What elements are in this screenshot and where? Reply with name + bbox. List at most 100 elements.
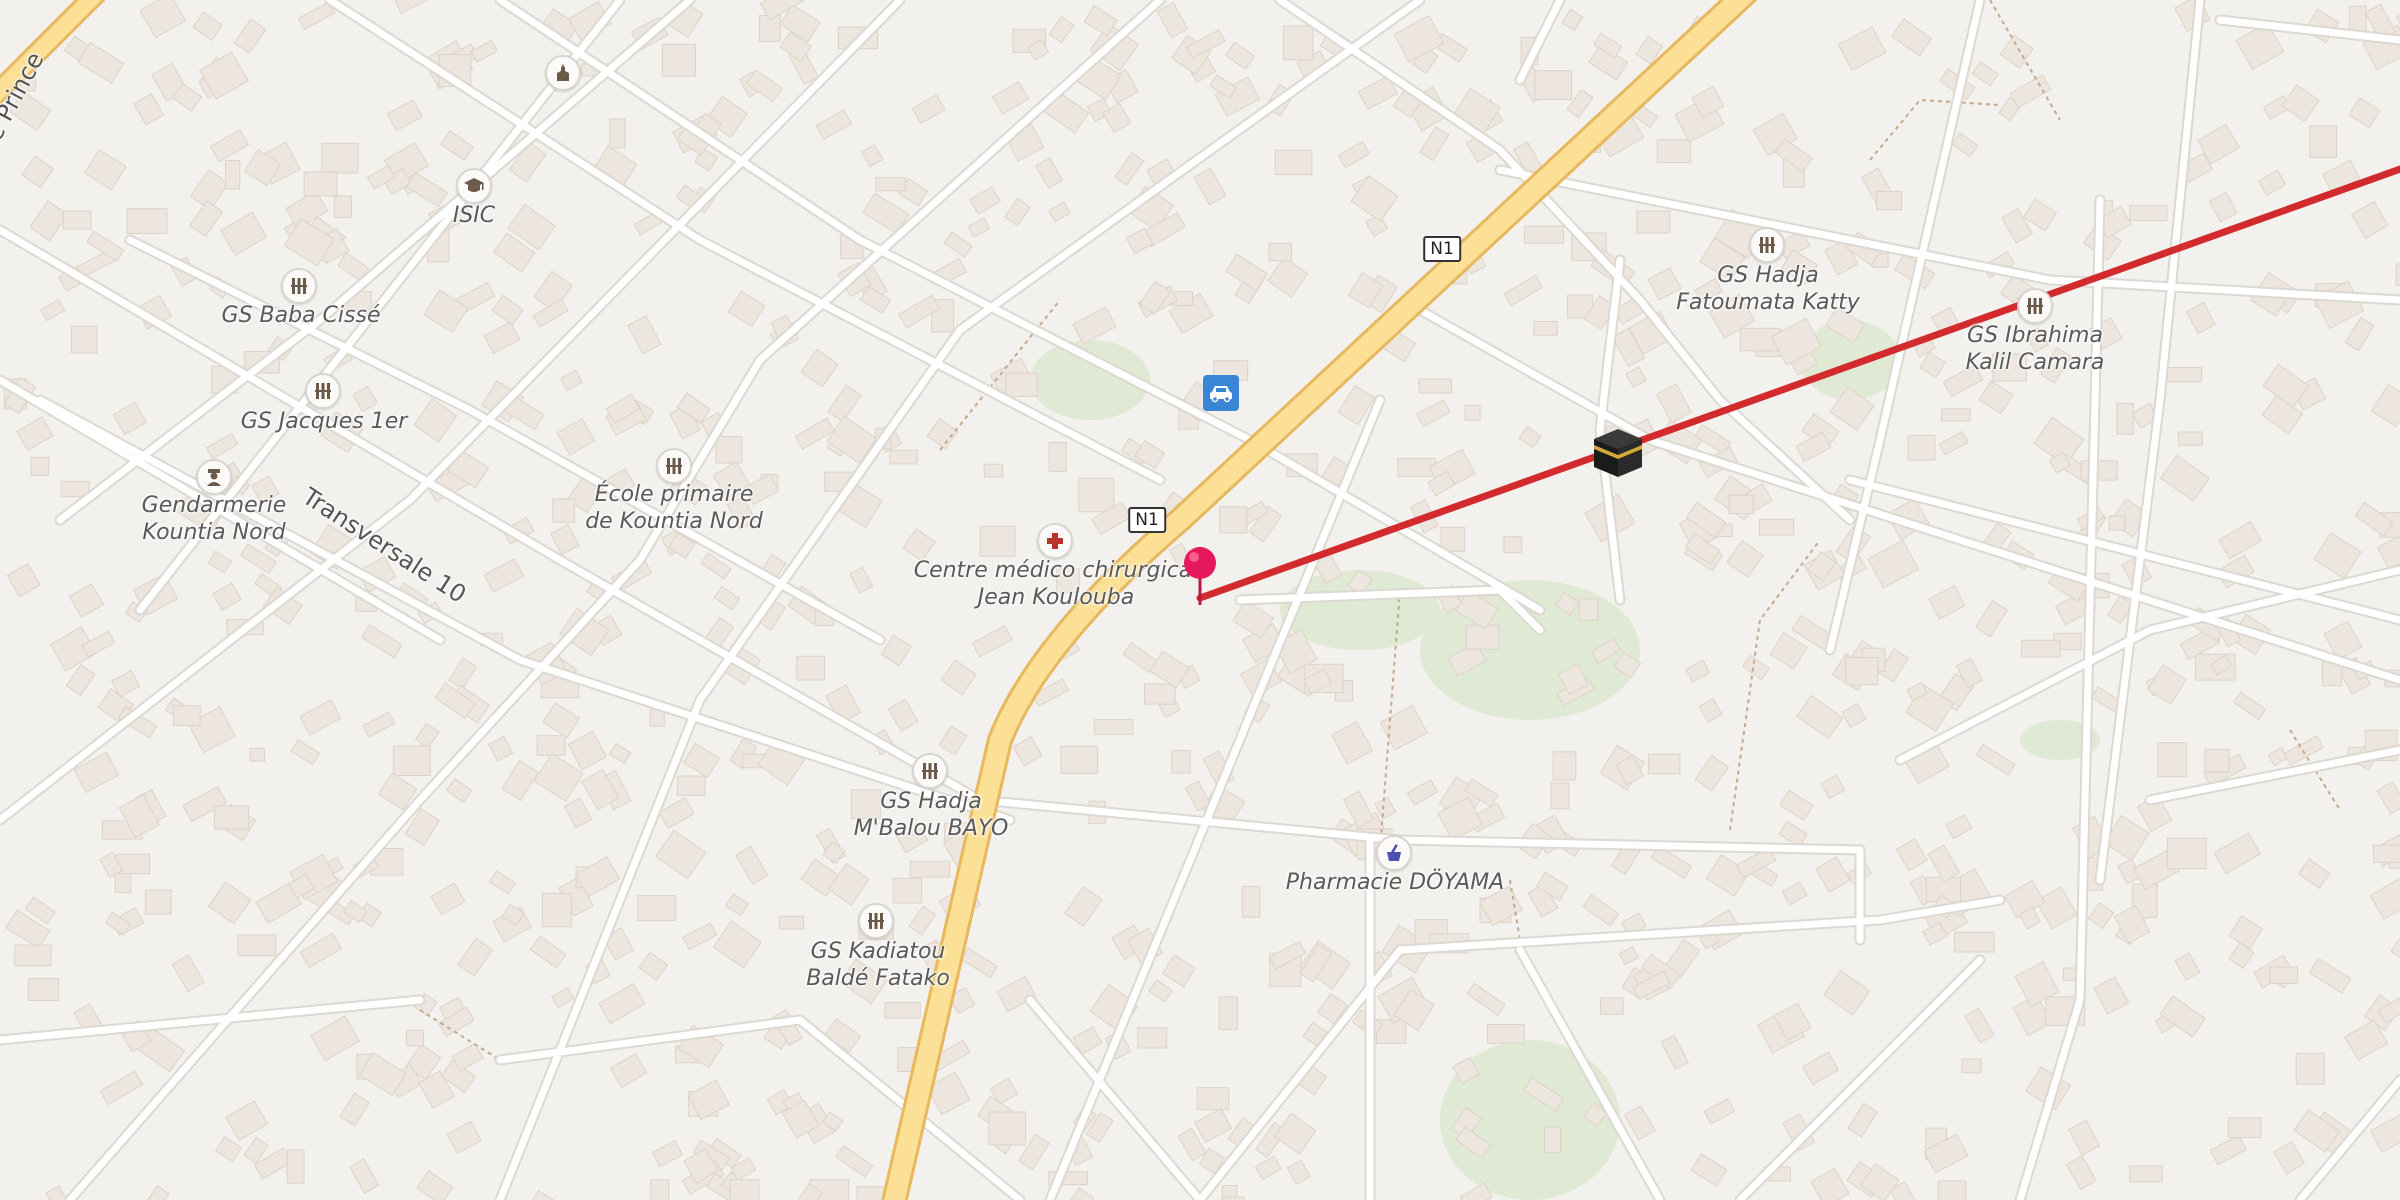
building bbox=[1487, 1024, 1525, 1044]
building bbox=[392, 745, 431, 777]
building bbox=[2080, 460, 2118, 481]
route-shield-n1: N1 bbox=[1128, 507, 1166, 533]
building bbox=[2166, 367, 2203, 383]
building bbox=[1533, 321, 1558, 336]
building bbox=[1524, 225, 1564, 244]
building bbox=[62, 210, 92, 230]
route-shield-n1: N1 bbox=[1423, 236, 1461, 262]
school-icon[interactable] bbox=[656, 448, 692, 484]
place-of-worship-icon[interactable] bbox=[545, 55, 581, 91]
building bbox=[1534, 70, 1573, 100]
building bbox=[1845, 657, 1879, 686]
building bbox=[1758, 518, 1795, 536]
building bbox=[321, 142, 359, 174]
building bbox=[1647, 753, 1681, 775]
poi-label-isic[interactable]: ISIC bbox=[453, 202, 495, 229]
building bbox=[1656, 139, 1691, 163]
poi-label-gs-hadja-fatoumata[interactable]: GS Hadja Fatoumata Katty bbox=[1676, 262, 1860, 316]
building bbox=[2295, 1052, 2325, 1085]
building bbox=[1219, 506, 1248, 534]
building bbox=[1636, 210, 1671, 234]
building bbox=[1268, 242, 1292, 262]
building bbox=[1550, 782, 1570, 810]
kaaba-icon[interactable] bbox=[1590, 425, 1646, 481]
building bbox=[2349, 5, 2367, 33]
building bbox=[1600, 997, 1624, 1015]
building bbox=[2157, 742, 2187, 778]
graduation-cap-icon[interactable] bbox=[456, 168, 492, 204]
building bbox=[303, 171, 338, 197]
building bbox=[1218, 996, 1238, 1030]
building bbox=[71, 325, 98, 354]
building bbox=[249, 747, 266, 762]
building bbox=[1503, 536, 1523, 554]
building bbox=[609, 118, 626, 149]
building bbox=[1274, 149, 1313, 176]
building bbox=[1875, 191, 1903, 211]
poi-label-ecole-primaire[interactable]: École primaire de Kountia Nord bbox=[585, 481, 763, 535]
poi-label-gs-baba-cisse[interactable]: GS Baba Cissé bbox=[222, 302, 381, 329]
building bbox=[2269, 966, 2299, 984]
building bbox=[2373, 844, 2400, 863]
school-icon[interactable] bbox=[912, 753, 948, 789]
building bbox=[1241, 886, 1261, 918]
poi-label-gs-jacques[interactable]: GS Jacques 1er bbox=[241, 408, 408, 435]
building bbox=[988, 1111, 1026, 1146]
building bbox=[225, 160, 241, 190]
school-icon[interactable] bbox=[281, 268, 317, 304]
building bbox=[2129, 1165, 2163, 1183]
building bbox=[536, 735, 566, 756]
building bbox=[909, 860, 951, 878]
building bbox=[2021, 639, 2061, 658]
building bbox=[214, 805, 249, 830]
building bbox=[677, 775, 706, 796]
map-pin-icon[interactable] bbox=[1180, 545, 1220, 607]
building bbox=[1543, 1126, 1562, 1154]
building bbox=[237, 934, 277, 957]
car-parking-icon[interactable] bbox=[1203, 375, 1239, 411]
school-icon[interactable] bbox=[1749, 227, 1785, 263]
building bbox=[2395, 263, 2400, 286]
building bbox=[1137, 1027, 1168, 1049]
building bbox=[1954, 931, 1995, 953]
building bbox=[1941, 408, 1971, 422]
poi-label-gs-kadiatou[interactable]: GS Kadiatou Baldé Fatako bbox=[806, 938, 950, 992]
poi-label-pharmacie[interactable]: Pharmacie DÖYAMA bbox=[1286, 869, 1504, 896]
building bbox=[2166, 837, 2207, 870]
police-icon[interactable] bbox=[196, 459, 232, 495]
building bbox=[542, 892, 572, 928]
building bbox=[2116, 402, 2134, 435]
building bbox=[30, 456, 50, 476]
building bbox=[1464, 405, 1481, 421]
building bbox=[875, 177, 906, 192]
pharmacy-icon[interactable] bbox=[1376, 835, 1412, 871]
building bbox=[1961, 1058, 1982, 1074]
building bbox=[1060, 745, 1099, 774]
building bbox=[2204, 749, 2230, 773]
building bbox=[1578, 598, 1599, 621]
building bbox=[1937, 1180, 1967, 1200]
poi-label-gs-hadja-mbalou[interactable]: GS Hadja M'Balou BAYO bbox=[854, 788, 1009, 842]
building bbox=[979, 525, 1016, 557]
building bbox=[1144, 683, 1176, 705]
building bbox=[1196, 1087, 1230, 1111]
poi-label-gs-ibrahima[interactable]: GS Ibrahima Kalil Camara bbox=[1966, 322, 2105, 376]
building bbox=[1093, 719, 1134, 735]
medical-cross-icon[interactable] bbox=[1037, 523, 1073, 559]
building bbox=[637, 895, 676, 922]
building bbox=[1552, 751, 1577, 781]
school-icon[interactable] bbox=[305, 373, 341, 409]
building bbox=[796, 655, 825, 681]
school-icon[interactable] bbox=[858, 903, 894, 939]
building bbox=[715, 436, 743, 464]
building bbox=[1078, 477, 1115, 513]
building bbox=[983, 463, 1004, 478]
poi-label-gendarmerie[interactable]: Gendarmerie Kountia Nord bbox=[142, 492, 287, 546]
building bbox=[286, 1149, 305, 1184]
building bbox=[889, 449, 918, 465]
building bbox=[14, 944, 52, 967]
building bbox=[2129, 204, 2168, 222]
school-icon[interactable] bbox=[2017, 288, 2053, 324]
poi-label-centre-medico[interactable]: Centre médico chirurgical Jean Koulouba bbox=[914, 557, 1199, 611]
building bbox=[126, 208, 168, 234]
